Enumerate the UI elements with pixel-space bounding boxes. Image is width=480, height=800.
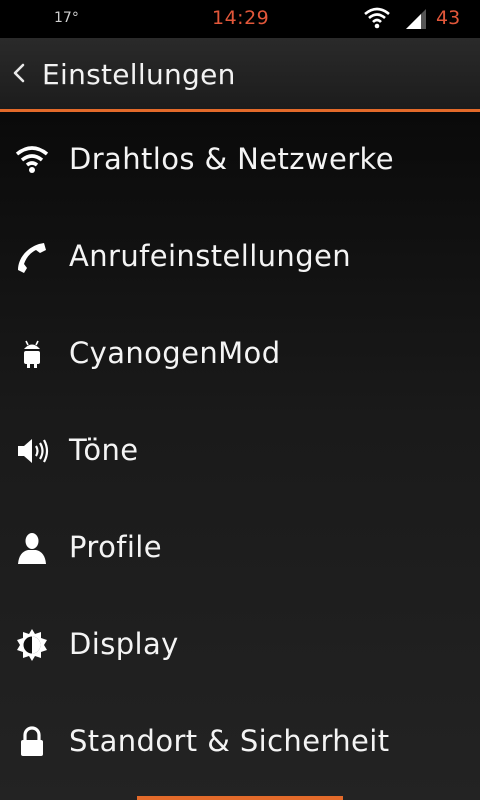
brightness-icon [17, 629, 47, 661]
settings-item-label: Standort & Sicherheit [69, 724, 390, 758]
person-icon [18, 533, 46, 564]
lock-icon [21, 726, 43, 756]
wifi-signal-icon [364, 7, 390, 29]
settings-item-location-security[interactable]: Standort & Sicherheit [0, 694, 480, 791]
battery-level: 43 [436, 7, 461, 29]
speaker-icon [18, 439, 49, 463]
settings-item-profiles[interactable]: Profile [0, 500, 480, 597]
chevron-left-icon[interactable] [12, 62, 26, 84]
clock: 14:29 [212, 7, 270, 29]
settings-item-label: Töne [69, 433, 139, 467]
settings-item-cyanogenmod[interactable]: CyanogenMod [0, 306, 480, 403]
status-bar: 17° 14:29 43 [0, 0, 480, 38]
settings-item-sounds[interactable]: Töne [0, 403, 480, 500]
cell-signal-icon [406, 9, 426, 29]
settings-item-label: Display [69, 627, 179, 661]
bottom-accent-bar [137, 796, 343, 800]
android-icon [24, 340, 40, 368]
settings-item-label: Drahtlos & Netzwerke [69, 142, 394, 176]
settings-item-label: Anrufeinstellungen [69, 239, 352, 273]
settings-item-label: Profile [69, 530, 162, 564]
settings-item-label: CyanogenMod [69, 336, 281, 370]
settings-item-call-settings[interactable]: Anrufeinstellungen [0, 209, 480, 306]
wifi-icon [15, 146, 49, 173]
title-bar: Einstellungen [0, 38, 480, 110]
settings-item-wireless-networks[interactable]: Drahtlos & Netzwerke [0, 112, 480, 209]
page-title[interactable]: Einstellungen [42, 58, 236, 91]
settings-list: Drahtlos & Netzwerke Anrufeinstellungen … [0, 112, 480, 800]
temperature-indicator: 17° [54, 10, 79, 26]
phone-icon [18, 243, 46, 273]
settings-item-display[interactable]: Display [0, 597, 480, 694]
